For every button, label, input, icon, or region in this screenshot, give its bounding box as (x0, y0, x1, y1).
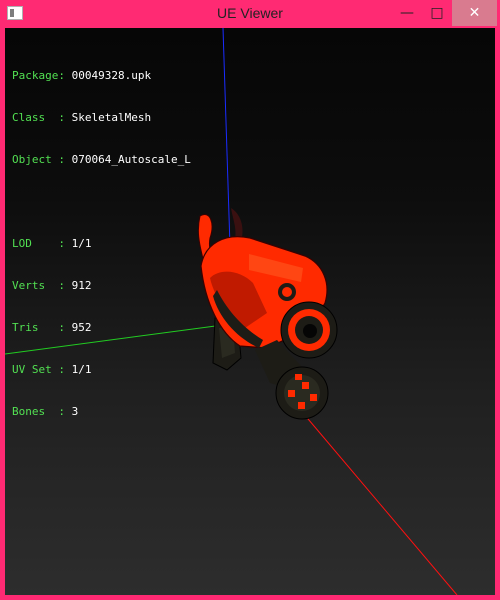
info-row-bones: Bones : 3 (12, 405, 79, 418)
info-row-uv-set: UV Set : 1/1 (12, 363, 92, 376)
info-row-class: Class : SkeletalMesh (12, 111, 152, 124)
info-row-verts: Verts : 912 (12, 279, 92, 292)
info-row-object: Object : 070064_Autoscale_L (12, 153, 191, 166)
info-row-package: Package: 00049328.upk (12, 69, 152, 82)
title-bar[interactable]: UE Viewer — □ ✕ (0, 0, 500, 28)
mesh-gun (197, 208, 338, 420)
3d-viewport[interactable]: Package: 00049328.upk Class : SkeletalMe… (5, 28, 495, 595)
info-row-lod: LOD : 1/1 (12, 237, 92, 250)
x-axis (302, 412, 458, 595)
mesh-info-panel: Package: 00049328.upk Class : SkeletalMe… (12, 41, 191, 447)
minimize-button[interactable]: — (392, 0, 422, 26)
close-button[interactable]: ✕ (452, 0, 497, 26)
maximize-button[interactable]: □ (422, 0, 452, 26)
app-window: UE Viewer — □ ✕ Package: 00049328.upk Cl… (0, 0, 500, 600)
info-row-tris: Tris : 952 (12, 321, 92, 334)
info-spacer (12, 195, 191, 209)
